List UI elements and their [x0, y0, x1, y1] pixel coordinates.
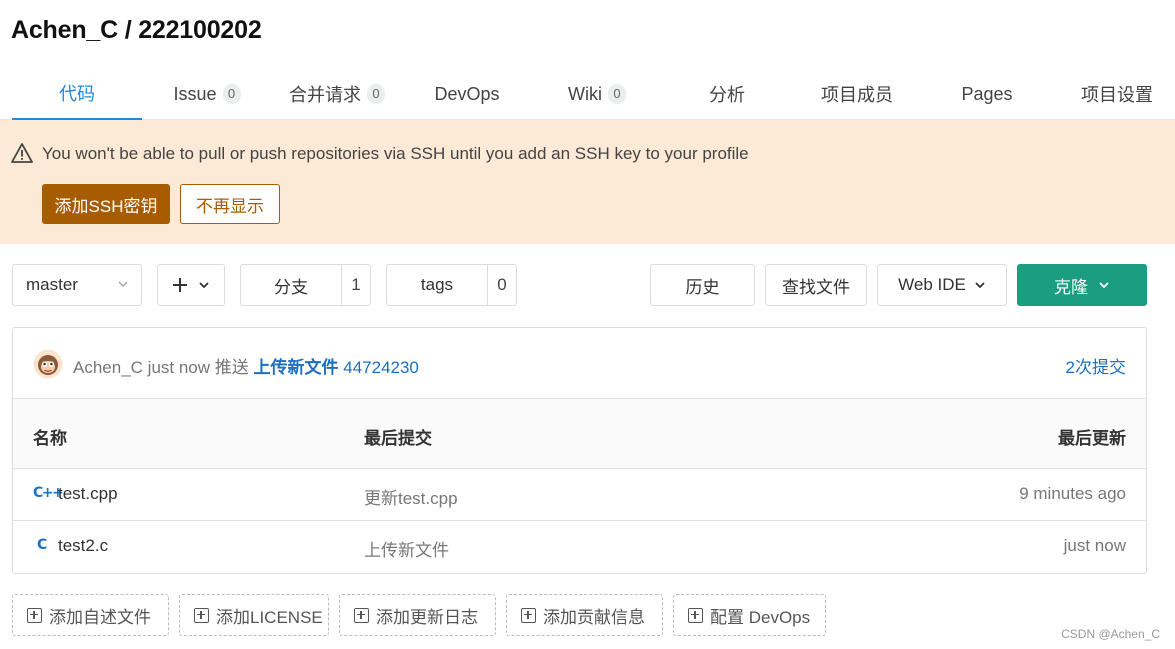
- tab-label: Pages: [961, 83, 1013, 104]
- commit-count-link[interactable]: 2次提交: [1066, 353, 1126, 378]
- tags-button[interactable]: tags 0: [386, 264, 517, 306]
- project-tabs: 代码 Issue 0 合并请求 0 DevOps Wiki 0 分析 项目成员 Pag…: [0, 68, 1175, 120]
- tab-merge-requests[interactable]: 合并请求 0: [272, 68, 402, 120]
- warning-icon: [11, 143, 33, 163]
- column-header-name: 名称: [33, 429, 67, 448]
- add-changelog-button[interactable]: 添加更新日志: [339, 594, 496, 636]
- web-ide-label: Web IDE: [898, 275, 966, 294]
- add-license-button[interactable]: 添加LICENSE: [179, 594, 329, 636]
- watermark: CSDN @Achen_C: [1061, 627, 1160, 641]
- plus-square-icon: [194, 607, 209, 623]
- chevron-down-icon: [118, 281, 128, 288]
- chevron-down-icon: [199, 282, 209, 289]
- add-ssh-key-button[interactable]: 添加SSH密钥: [42, 184, 170, 224]
- clone-label: 克隆: [1054, 277, 1088, 297]
- commit-action: 推送: [214, 358, 249, 377]
- branches-button[interactable]: 分支 1: [240, 264, 371, 306]
- history-button[interactable]: 历史: [650, 264, 755, 306]
- c-file-icon: C: [37, 537, 48, 553]
- plus-square-icon: [354, 607, 369, 623]
- plus-square-icon: [521, 607, 536, 623]
- chevron-down-icon: [1099, 282, 1109, 289]
- table-row[interactable]: C test2.c 上传新文件 just now: [13, 521, 1146, 573]
- column-header-last-update: 最后更新: [1058, 429, 1126, 448]
- tab-code[interactable]: 代码: [12, 68, 142, 120]
- tags-label: tags: [420, 275, 454, 294]
- tab-issue[interactable]: Issue 0: [142, 68, 272, 120]
- file-name[interactable]: test.cpp: [58, 484, 118, 504]
- commit-time: just now: [147, 358, 211, 377]
- tab-label: 分析: [709, 85, 745, 105]
- clone-button[interactable]: 克隆: [1017, 264, 1147, 306]
- add-readme-button[interactable]: 添加自述文件: [12, 594, 169, 636]
- branches-label: 分支: [274, 277, 308, 297]
- tab-analytics[interactable]: 分析: [662, 68, 792, 120]
- tab-label: 合并请求: [289, 85, 361, 105]
- count-badge: 0: [367, 84, 385, 104]
- tab-label: 项目成员: [821, 85, 893, 105]
- tab-members[interactable]: 项目成员: [792, 68, 922, 120]
- add-contributing-button[interactable]: 添加贡献信息: [506, 594, 663, 636]
- tags-count: 0: [487, 265, 516, 305]
- add-button-label: 添加贡献信息: [543, 607, 645, 627]
- plus-icon: [173, 278, 187, 292]
- dont-show-again-button[interactable]: 不再显示: [180, 184, 280, 224]
- find-file-button[interactable]: 查找文件: [765, 264, 867, 306]
- chevron-down-icon: [975, 282, 985, 289]
- file-name[interactable]: test2.c: [58, 536, 108, 556]
- tab-label: DevOps: [434, 83, 500, 104]
- tab-label: Issue: [173, 83, 217, 104]
- file-updated: just now: [1063, 536, 1126, 555]
- last-commit-bar: Achen_C just now 推送 上传新文件 44724230 2次提交: [13, 328, 1146, 399]
- tab-devops[interactable]: DevOps: [402, 68, 532, 120]
- configure-devops-button[interactable]: 配置 DevOps: [673, 594, 826, 636]
- tab-settings[interactable]: 项目设置: [1052, 68, 1175, 120]
- count-badge: 0: [222, 84, 241, 104]
- alert-message: You won't be able to pull or push reposi…: [42, 144, 749, 163]
- table-header: 名称 最后提交 最后更新: [13, 399, 1146, 469]
- file-updated: 9 minutes ago: [1019, 484, 1126, 503]
- tab-label: Wiki: [568, 83, 602, 104]
- commit-sha[interactable]: 44724230: [343, 358, 419, 377]
- avatar[interactable]: [33, 349, 63, 379]
- branches-count: 1: [341, 265, 370, 305]
- column-header-last-commit: 最后提交: [364, 429, 432, 448]
- web-ide-button[interactable]: Web IDE: [877, 264, 1007, 306]
- add-dropdown-button[interactable]: [157, 264, 225, 306]
- tab-label: 代码: [59, 84, 95, 104]
- tab-wiki[interactable]: Wiki 0: [532, 68, 662, 120]
- commit-info: Achen_C just now 推送 上传新文件 44724230: [73, 353, 419, 378]
- table-row[interactable]: C++ test.cpp 更新test.cpp 9 minutes ago: [13, 469, 1146, 521]
- tab-label: 项目设置: [1081, 85, 1153, 105]
- plus-square-icon: [688, 607, 703, 623]
- commit-message[interactable]: 上传新文件: [254, 358, 339, 377]
- ssh-warning-alert: You won't be able to pull or push reposi…: [0, 120, 1175, 244]
- file-last-commit[interactable]: 更新test.cpp: [364, 484, 458, 509]
- add-button-label: 添加LICENSE: [216, 607, 323, 627]
- count-badge: 0: [608, 84, 626, 104]
- file-browser: Achen_C just now 推送 上传新文件 44724230 2次提交 …: [12, 327, 1147, 574]
- file-last-commit[interactable]: 上传新文件: [364, 536, 449, 561]
- branch-selector[interactable]: master: [12, 264, 142, 306]
- add-button-label: 添加更新日志: [376, 607, 478, 627]
- commit-author[interactable]: Achen_C: [73, 358, 143, 377]
- add-button-label: 配置 DevOps: [710, 607, 811, 627]
- add-button-label: 添加自述文件: [49, 607, 151, 627]
- branch-name: master: [26, 275, 78, 294]
- tab-pages[interactable]: Pages: [922, 68, 1052, 120]
- project-title: Achen_C / 222100202: [11, 16, 262, 44]
- plus-square-icon: [27, 607, 42, 623]
